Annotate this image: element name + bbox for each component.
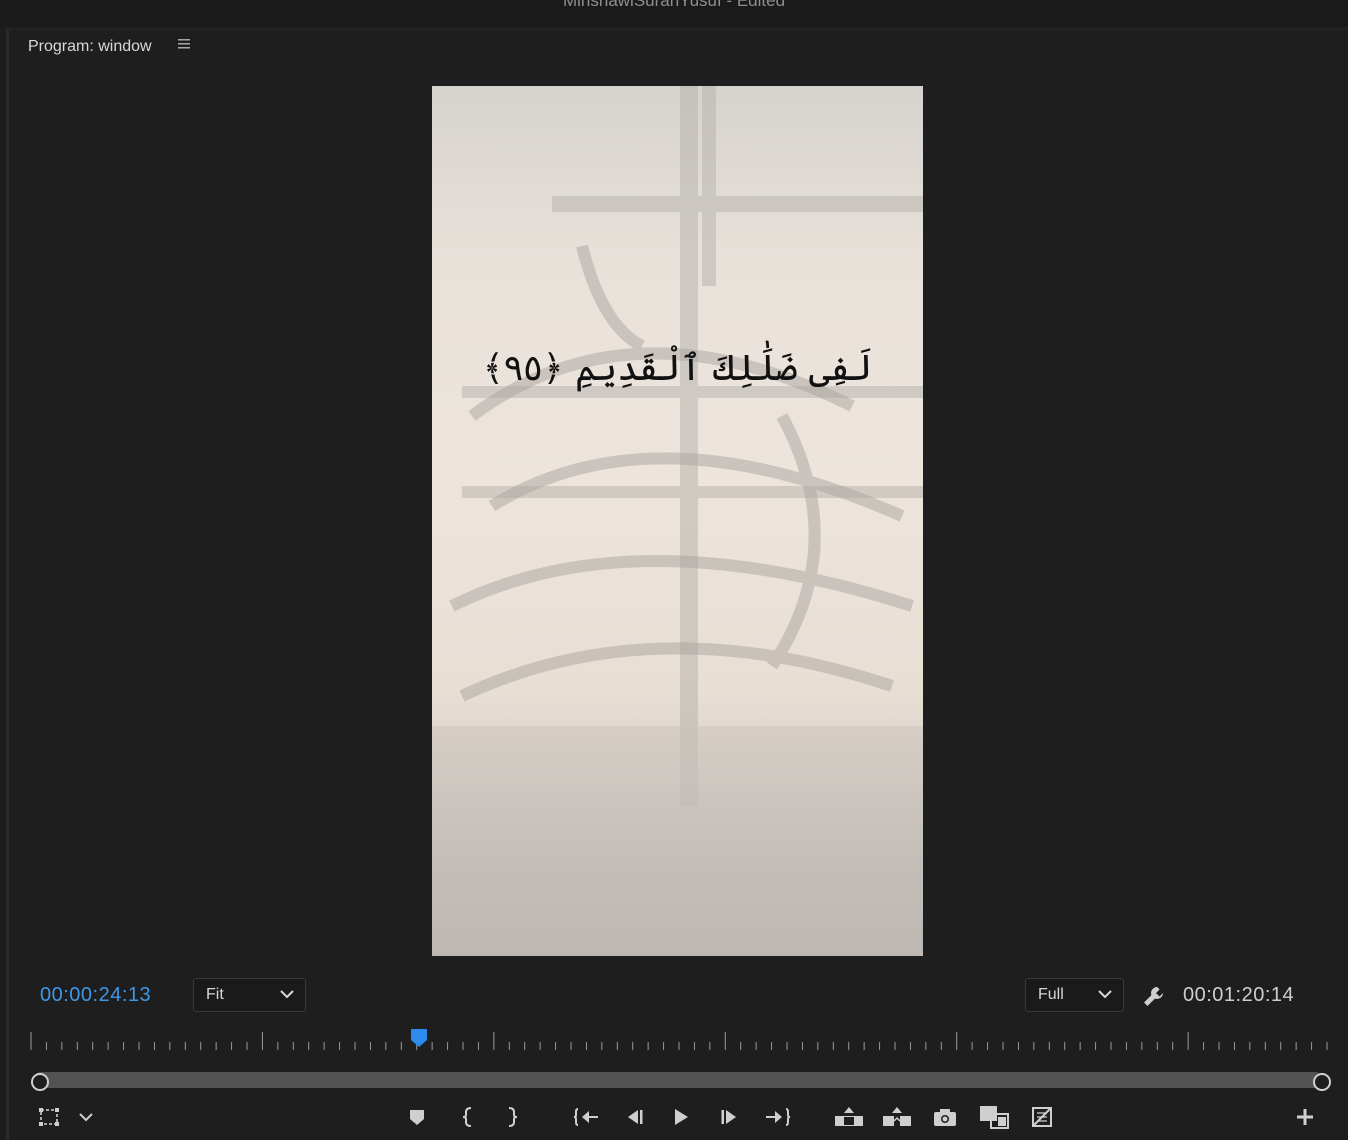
export-frame-icon[interactable]: [930, 1102, 960, 1132]
lift-icon[interactable]: [834, 1102, 864, 1132]
time-ruler[interactable]: [29, 1028, 1329, 1054]
add-marker-icon[interactable]: [402, 1102, 432, 1132]
playback-resolution-dropdown[interactable]: Full: [1025, 978, 1124, 1012]
proxy-toggle-icon[interactable]: [1027, 1102, 1057, 1132]
scrollbar-right-handle[interactable]: [1313, 1073, 1331, 1091]
program-monitor-panel: Program: window لَفِى ضَلَٰلِكَ ٱلْقَدِي…: [6, 28, 1348, 1140]
play-icon[interactable]: [666, 1102, 696, 1132]
app-title: MinshawiSurahYusuf - Edited: [562, 0, 786, 10]
safe-margins-icon[interactable]: [34, 1102, 64, 1132]
comparison-view-icon[interactable]: [979, 1102, 1009, 1132]
zoom-level-value: Fit: [206, 986, 224, 1003]
step-forward-icon[interactable]: [714, 1102, 744, 1132]
hamburger-menu-icon[interactable]: [177, 36, 193, 56]
chevron-down-icon: [279, 985, 295, 1008]
duration-timecode: 00:01:20:14: [1183, 984, 1295, 1006]
transport-controls: [9, 1102, 1348, 1138]
playhead-marker[interactable]: [410, 1028, 428, 1053]
chevron-down-icon[interactable]: [71, 1102, 101, 1132]
video-preview[interactable]: لَفِى ضَلَٰلِكَ ٱلْقَدِيمِ ﴿٩٥﴾: [432, 86, 923, 956]
shadow-overlay: [432, 86, 923, 956]
app-title-bar: MinshawiSurahYusuf - Edited: [0, 0, 1348, 26]
chevron-down-icon: [1097, 985, 1113, 1008]
mark-out-icon[interactable]: [497, 1102, 527, 1132]
extract-icon[interactable]: [882, 1102, 912, 1132]
go-to-in-icon[interactable]: [572, 1102, 602, 1132]
go-to-out-icon[interactable]: [762, 1102, 792, 1132]
zoom-level-dropdown[interactable]: Fit: [193, 978, 306, 1012]
step-back-icon[interactable]: [620, 1102, 650, 1132]
panel-title[interactable]: Program: window: [28, 38, 152, 56]
verse-overlay-text: لَفِى ضَلَٰلِكَ ٱلْقَدِيمِ ﴿٩٥﴾: [482, 348, 873, 389]
wrench-icon[interactable]: [1142, 984, 1166, 1013]
scrollbar-left-handle[interactable]: [31, 1073, 49, 1091]
button-editor-plus-icon[interactable]: [1290, 1102, 1320, 1132]
zoom-scrollbar[interactable]: [33, 1072, 1323, 1088]
mark-in-icon[interactable]: [453, 1102, 483, 1132]
current-timecode[interactable]: 00:00:24:13: [40, 984, 151, 1007]
resolution-value: Full: [1038, 986, 1064, 1003]
